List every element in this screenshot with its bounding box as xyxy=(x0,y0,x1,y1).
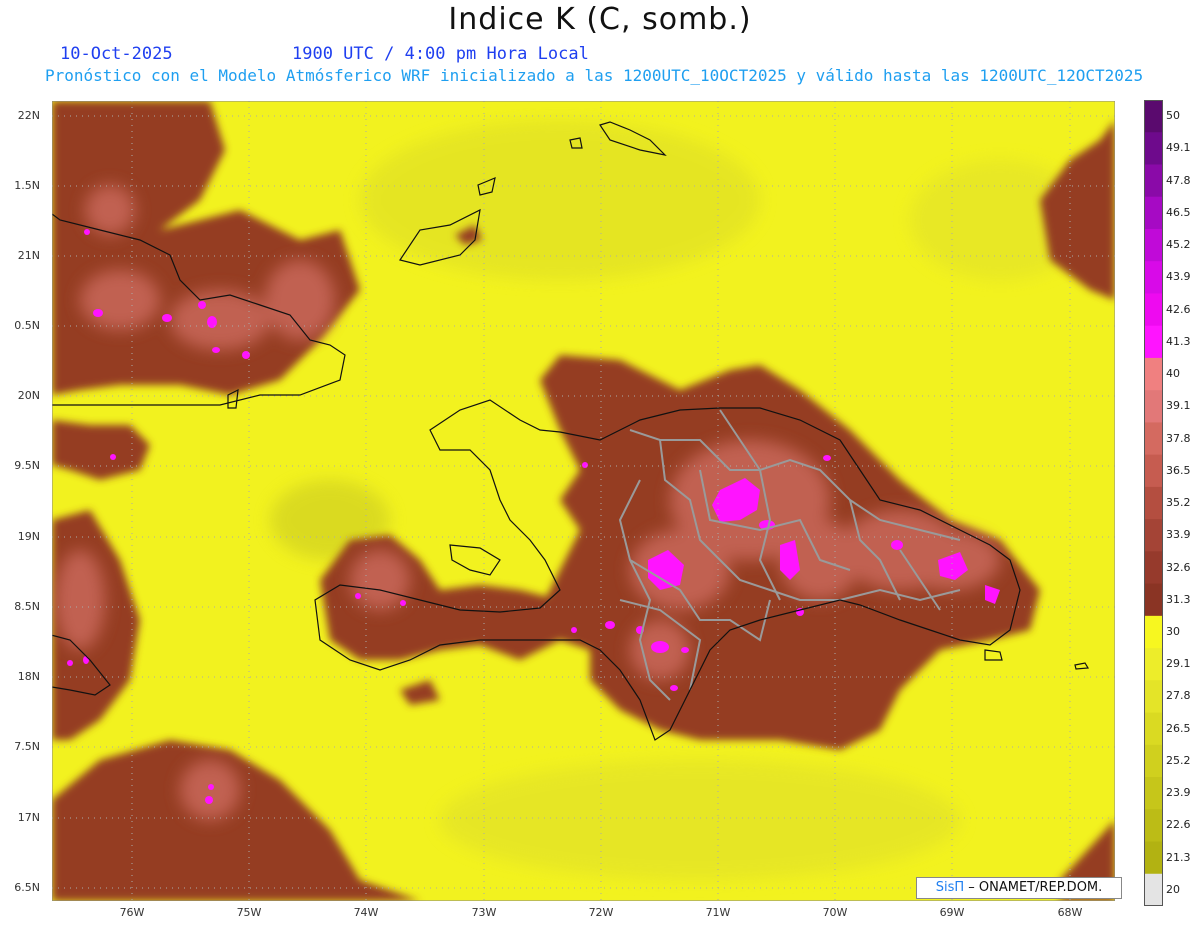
colorbar-label: 21.3 xyxy=(1166,850,1191,864)
colorbar-swatch xyxy=(1144,712,1163,746)
colorbar-label: 46.5 xyxy=(1166,205,1191,219)
colorbar-swatch xyxy=(1144,873,1163,906)
colorbar-label: 25.2 xyxy=(1166,753,1191,767)
colorbar-swatch xyxy=(1144,100,1163,133)
map-panel[interactable] xyxy=(52,101,1115,901)
lat-label: 9.5N xyxy=(14,459,40,472)
forecast-text: Pronóstico con el Modelo Atmósferico WRF… xyxy=(45,66,1144,85)
colorbar-swatch xyxy=(1144,744,1163,778)
colorbar-label: 31.3 xyxy=(1166,592,1191,606)
colorbar-swatch xyxy=(1144,680,1163,714)
colorbar-label: 27.8 xyxy=(1166,689,1191,703)
colorbar-label: 47.8 xyxy=(1166,173,1191,187)
colorbar-label: 33.9 xyxy=(1166,528,1191,542)
colorbar-swatch xyxy=(1144,486,1163,520)
colorbar-swatch xyxy=(1144,325,1163,359)
colorbar-swatch xyxy=(1144,293,1163,327)
colorbar-label: 50 xyxy=(1166,109,1180,123)
lon-label: 68W xyxy=(1057,906,1083,919)
colorbar-label: 20 xyxy=(1166,882,1180,896)
lat-label: 17N xyxy=(17,811,40,824)
time-label: 1900 UTC / 4:00 pm Hora Local xyxy=(292,44,589,64)
lat-label: 20N xyxy=(17,389,40,402)
lat-label: 0.5N xyxy=(14,319,40,332)
colorbar-label: 41.3 xyxy=(1166,334,1191,348)
credit-box: SisΠ – ONAMET/REP.DOM. xyxy=(916,877,1122,899)
colorbar-swatch xyxy=(1144,809,1163,843)
lon-label: 69W xyxy=(939,906,965,919)
colorbar-swatch xyxy=(1144,841,1163,875)
colorbar-label: 35.2 xyxy=(1166,496,1191,509)
colorbar-swatch xyxy=(1144,422,1163,456)
colorbar-swatch xyxy=(1144,454,1163,488)
colorbar-swatch xyxy=(1144,551,1163,585)
colorbar-swatch xyxy=(1144,390,1163,423)
colorbar-swatch xyxy=(1144,196,1163,230)
colorbar-label: 43.9 xyxy=(1166,270,1191,284)
colorbar-swatch xyxy=(1144,615,1163,649)
colorbar-label: 32.6 xyxy=(1166,560,1191,574)
map-title: Indice K (C, somb.) xyxy=(448,2,752,37)
colorbar-label: 42.6 xyxy=(1166,302,1191,316)
colorbar-label: 49.1 xyxy=(1166,141,1191,155)
colorbar-swatch xyxy=(1144,228,1163,262)
date-label: 10-Oct-2025 xyxy=(60,44,173,64)
colorbar-label: 30 xyxy=(1166,625,1180,638)
lat-label: 19N xyxy=(17,530,40,543)
colorbar xyxy=(1144,100,1163,906)
lon-label: 70W xyxy=(822,906,848,919)
lat-label: 6.5N xyxy=(14,881,40,894)
colorbar-swatch xyxy=(1144,132,1163,165)
lon-label: 72W xyxy=(588,906,614,919)
colorbar-label: 29.1 xyxy=(1166,657,1191,671)
colorbar-swatch xyxy=(1144,357,1163,391)
colorbar-label: 26.5 xyxy=(1166,721,1191,735)
lat-label: 8.5N xyxy=(14,600,40,613)
credit-sis: SisΠ xyxy=(935,880,965,895)
lon-label: 74W xyxy=(353,906,379,919)
colorbar-label: 23.9 xyxy=(1166,786,1191,800)
colorbar-label: 36.5 xyxy=(1166,463,1191,477)
colorbar-label: 37.8 xyxy=(1166,431,1191,445)
lon-label: 76W xyxy=(119,906,145,919)
colorbar-swatch xyxy=(1144,164,1163,198)
colorbar-swatch xyxy=(1144,519,1163,552)
lon-label: 73W xyxy=(471,906,497,919)
colorbar-label: 45.2 xyxy=(1166,238,1191,252)
lat-label: 18N xyxy=(17,670,40,683)
colorbar-label: 39.1 xyxy=(1166,399,1191,413)
lat-label: 21N xyxy=(17,249,40,262)
lat-label: 22N xyxy=(17,109,40,122)
colorbar-swatch xyxy=(1144,261,1163,294)
lat-label: 7.5N xyxy=(14,740,40,753)
colorbar-label: 40 xyxy=(1166,367,1180,380)
colorbar-label: 22.6 xyxy=(1166,818,1191,832)
credit-text: – ONAMET/REP.DOM. xyxy=(964,880,1103,895)
lat-label: 1.5N xyxy=(14,179,40,192)
colorbar-swatch xyxy=(1144,583,1163,617)
lon-label: 71W xyxy=(705,906,731,919)
colorbar-swatch xyxy=(1144,777,1163,810)
colorbar-swatch xyxy=(1144,648,1163,681)
lon-label: 75W xyxy=(236,906,262,919)
